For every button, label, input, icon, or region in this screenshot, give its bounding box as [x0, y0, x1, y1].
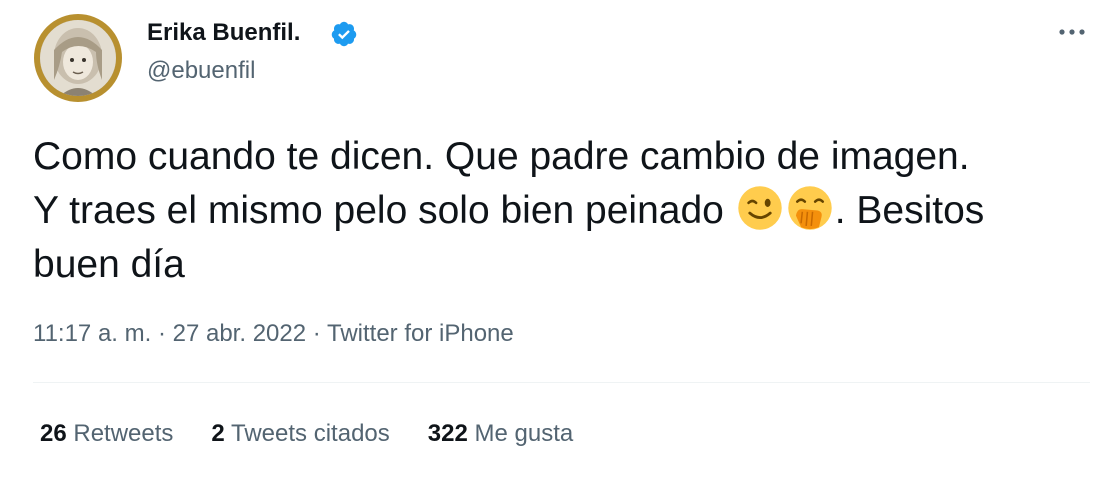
- author-handle[interactable]: @ebuenfil: [147, 56, 255, 86]
- tweet-text-line-1: Como cuando te dicen. Que padre cambio d…: [33, 135, 970, 178]
- tweet-source[interactable]: Twitter for iPhone: [327, 320, 514, 347]
- retweets-count: 26: [40, 420, 67, 447]
- verified-badge-icon: [331, 21, 357, 47]
- likes-label: Me gusta: [474, 420, 574, 447]
- quote-tweets-stat[interactable]: 2 Tweets citados: [211, 418, 389, 450]
- divider: [33, 382, 1090, 383]
- more-options-icon[interactable]: [1054, 22, 1090, 42]
- tweet-date[interactable]: 27 abr. 2022: [173, 320, 306, 347]
- tweet-text-line-3: buen día: [33, 243, 185, 286]
- tweet-stats: 26 Retweets 2 Tweets citados 322 Me gust…: [40, 418, 573, 450]
- winking-face-emoji: [737, 186, 782, 230]
- avatar-portrait-icon: [40, 20, 116, 96]
- quote-tweets-count: 2: [211, 420, 225, 447]
- tweet-time[interactable]: 11:17 a. m.: [33, 320, 151, 347]
- tweet-text-line-2-end: . Besitos: [834, 189, 985, 232]
- tweet-text-line-2: Y traes el mismo pelo solo bien peinado: [33, 189, 724, 232]
- tweet-meta: 11:17 a. m. · 27 abr. 2022 · Twitter for…: [33, 318, 514, 350]
- likes-count: 322: [427, 420, 468, 447]
- tweet-text: Como cuando te dicen. Que padre cambio d…: [33, 130, 1103, 292]
- likes-stat[interactable]: 322 Me gusta: [428, 418, 573, 450]
- quote-tweets-label: Tweets citados: [231, 420, 390, 447]
- face-with-hand-over-mouth-emoji: [787, 186, 832, 230]
- author-display-name[interactable]: Erika Buenfil.: [147, 18, 300, 48]
- meta-separator: ·: [306, 320, 327, 347]
- profile-avatar[interactable]: [34, 14, 122, 102]
- retweets-stat[interactable]: 26 Retweets: [40, 418, 173, 450]
- retweets-label: Retweets: [73, 420, 174, 447]
- meta-separator: ·: [151, 320, 173, 347]
